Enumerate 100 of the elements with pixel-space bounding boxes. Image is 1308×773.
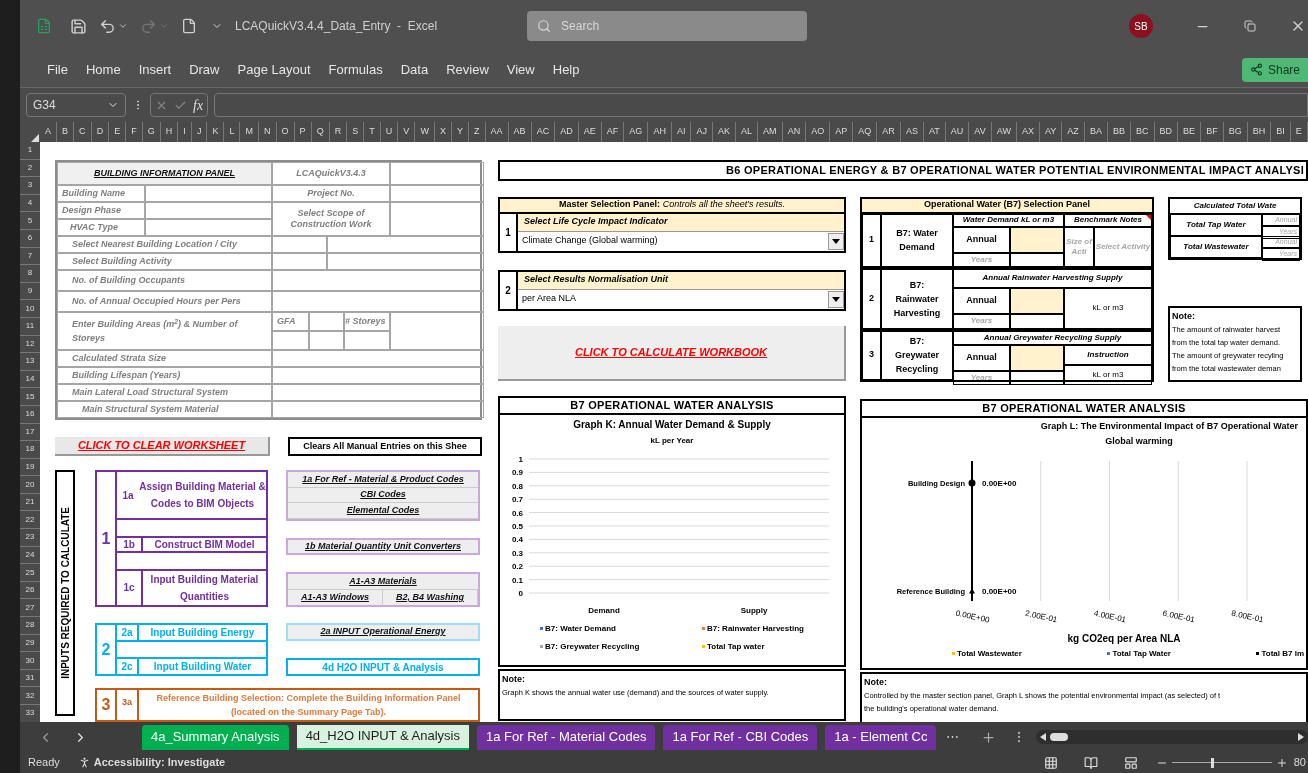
sheet-link[interactable]: 2a INPUT Operational Energy bbox=[286, 623, 480, 641]
row-label: Years bbox=[953, 370, 1010, 385]
search-field[interactable]: Search bbox=[527, 11, 808, 41]
chart-subtitle: Global warming bbox=[1105, 435, 1173, 448]
axis-tick-label: 0.9 bbox=[511, 467, 523, 477]
step-label: Input Building Water bbox=[152, 660, 253, 674]
axis-tick-label: 0.7 bbox=[511, 494, 523, 504]
sheet-link[interactable]: A1-A3 Materials bbox=[288, 574, 478, 590]
sheet-link[interactable]: B2, B4 Washing bbox=[383, 590, 478, 605]
new-document-icon[interactable] bbox=[181, 18, 197, 34]
sheet-link[interactable]: A1-A3 Windows bbox=[288, 590, 383, 605]
page-break-icon[interactable] bbox=[1123, 755, 1138, 770]
page-layout-icon[interactable] bbox=[1083, 755, 1098, 770]
axis-tick-label: 0.3 bbox=[511, 548, 523, 558]
menu-item[interactable]: Formulas bbox=[319, 55, 392, 84]
row-label: Total Wastewater bbox=[1170, 235, 1262, 258]
more-sheets-button[interactable]: ⋯ bbox=[946, 727, 960, 747]
legend-label: B7: Greywater Recycling bbox=[545, 640, 640, 653]
menu-item[interactable]: File bbox=[38, 55, 77, 84]
axis-tick-label: 4.00E-01 bbox=[1093, 608, 1127, 624]
panel-heading: Master Selection Panel: Controls all the sheet's results. bbox=[559, 198, 785, 212]
step-label: Construct BIM Model bbox=[153, 538, 256, 552]
restore-icon[interactable] bbox=[1244, 20, 1256, 32]
horizontal-scrollbar[interactable] bbox=[1036, 730, 1308, 744]
sheet-tab[interactable]: 1a For Ref - Material Codes bbox=[477, 724, 656, 750]
row-label: B7: Rainwater Harvesting bbox=[881, 268, 953, 329]
row-label: Years bbox=[953, 252, 1010, 267]
field-label: GFA bbox=[277, 316, 296, 327]
axis-tick-label: 0.6 bbox=[511, 508, 523, 518]
menu-item[interactable]: View bbox=[497, 55, 544, 84]
menu-item[interactable]: Home bbox=[76, 55, 130, 84]
step-code: 1b bbox=[117, 537, 143, 552]
row-label: Annual bbox=[953, 344, 1010, 371]
table-cell: kL or m3 bbox=[1064, 364, 1152, 385]
step-label: Assign Building Material & Codes to BIM Objects bbox=[139, 480, 266, 511]
table-cell: kL or m3 bbox=[1064, 287, 1152, 329]
step-code: 3a bbox=[117, 690, 139, 720]
name-box[interactable]: G34 bbox=[26, 93, 126, 117]
scroll-left-icon[interactable] bbox=[1040, 733, 1047, 741]
add-sheet-icon[interactable] bbox=[981, 729, 997, 745]
caret-icon bbox=[832, 238, 840, 244]
item-number: 1 bbox=[862, 213, 881, 267]
section-heading: Annual Greywater Recycling Supply bbox=[953, 330, 1152, 345]
zoom-slider[interactable] bbox=[1171, 757, 1272, 768]
field-label: No. of Building Occupants bbox=[72, 275, 185, 286]
field-label: Design Phase bbox=[62, 205, 122, 216]
section-heading: Annual Rainwater Harvesting Supply bbox=[953, 268, 1152, 288]
table-cell: Size of Acti bbox=[1064, 226, 1094, 267]
sheet-tab[interactable]: 1a For Ref - CBI Codes bbox=[663, 724, 818, 750]
insert-function-button[interactable]: fx bbox=[193, 94, 204, 116]
input-cell[interactable] bbox=[1010, 226, 1064, 253]
field-label: Enter Building Areas (m$^{2}$) & Number of Storeys bbox=[72, 317, 240, 345]
input-cell[interactable] bbox=[1010, 287, 1064, 314]
input-cell[interactable] bbox=[1010, 344, 1064, 371]
sheet-tab[interactable]: 1a - Element Cc bbox=[825, 724, 937, 750]
axis-tick-label: 0.1 bbox=[511, 575, 523, 585]
sheet-link[interactable]: Elemental Codes bbox=[288, 503, 478, 519]
zoom-in-icon[interactable] bbox=[1275, 756, 1288, 769]
field-label: Select Scope of Construction Work bbox=[289, 208, 373, 230]
legend-label: Total Wastewater bbox=[957, 647, 1022, 660]
menu-item[interactable]: Review bbox=[437, 55, 498, 84]
row-label: Annual bbox=[953, 287, 1010, 314]
sheet-link[interactable]: 1a For Ref - Material & Product Codes bbox=[288, 472, 478, 488]
menu-item[interactable]: Data bbox=[391, 55, 438, 84]
scroll-thumb[interactable] bbox=[1050, 733, 1069, 741]
row-label: B7: Water Demand bbox=[881, 213, 953, 267]
field-label: Project No. bbox=[307, 188, 355, 199]
menu-item[interactable]: Insert bbox=[129, 55, 181, 84]
caret-icon[interactable] bbox=[118, 21, 128, 31]
undo-icon[interactable] bbox=[99, 17, 116, 35]
axis-title: kg CO2eq per Area NLA bbox=[1067, 631, 1181, 646]
sheet-tab[interactable]: 4d_H2O INPUT & Analysis bbox=[296, 724, 469, 750]
field-label: Building Name bbox=[62, 188, 125, 199]
accessibility-status[interactable]: Accessibility: Investigate bbox=[93, 754, 226, 771]
menu-item[interactable]: Draw bbox=[180, 55, 229, 84]
axis-tick-label: 8.00E-01 bbox=[1230, 608, 1265, 624]
chart-title: Graph K: Annual Water Demand & Supply bbox=[573, 417, 771, 432]
step-code: 2c bbox=[117, 659, 139, 674]
scroll-right-icon[interactable] bbox=[1298, 733, 1304, 741]
share-button[interactable]: Share bbox=[1241, 57, 1308, 82]
formula-input[interactable] bbox=[214, 93, 1308, 117]
status-text: Ready bbox=[28, 755, 60, 771]
zoom-level[interactable]: 80 bbox=[1293, 754, 1306, 771]
legend-label: Total Tap Water bbox=[1112, 647, 1171, 660]
avatar[interactable]: SB bbox=[1129, 14, 1153, 38]
normal-view-icon[interactable] bbox=[1043, 755, 1058, 770]
excel-icon bbox=[36, 18, 52, 34]
sheet-banner: B6 OPERATIONAL ENERGY & B7 OPERATIONAL WATER POTENTIAL ENVIRONMENTAL IMPACT ANALYSI bbox=[498, 160, 1308, 181]
menu-item[interactable]: Help bbox=[543, 55, 589, 84]
side-label: INPUTS REQUIRED TO CALCULATE bbox=[55, 470, 75, 716]
axis-tick-label: 1 bbox=[518, 454, 523, 464]
field-label: No. of Annual Occupied Hours per Pers bbox=[72, 296, 241, 307]
version-label: LCAQuickV3.4.3 bbox=[296, 168, 366, 179]
save-icon[interactable] bbox=[70, 17, 87, 35]
selector-label: Select Results Normalisation Unit bbox=[518, 271, 844, 290]
menu-item[interactable]: Page Layout bbox=[228, 55, 320, 84]
axis-tick-label: 0.00E+00 bbox=[954, 608, 991, 625]
step-number: 3 bbox=[97, 690, 117, 720]
axis-tick-label: 0.5 bbox=[511, 521, 523, 531]
sheet-link[interactable]: 1b Material Quantity Unit Converters bbox=[286, 538, 480, 555]
